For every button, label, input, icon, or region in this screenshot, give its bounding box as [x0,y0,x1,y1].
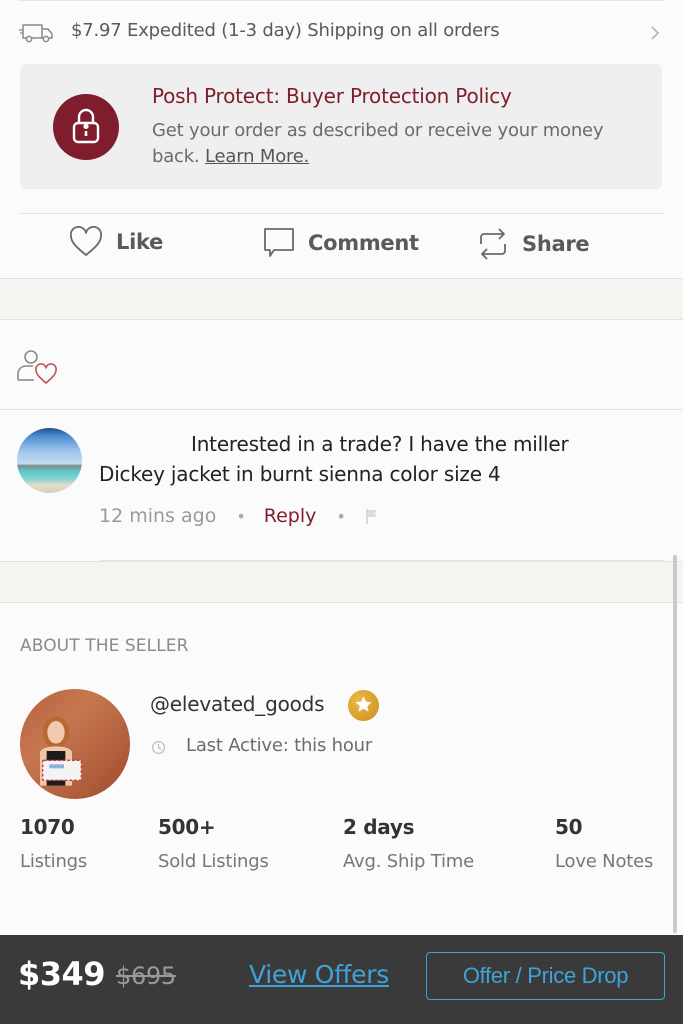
separator-dot: • [336,506,346,526]
comment-text-line1: Interested in a trade? I have the miller [191,432,569,456]
stat-sold-listings[interactable]: 500+ Sold Listings [158,815,269,872]
like-label: Like [116,230,164,254]
shipping-row[interactable]: $7.97 Expedited (1-3 day) Shipping on al… [0,12,683,52]
social-actions: Like Comment Share [0,222,683,272]
lock-badge [53,94,119,160]
clock-icon [151,740,166,755]
current-price: $349 [18,955,106,993]
about-seller-section: ABOUT THE SELLER @elevated_goods Last Ac… [0,603,683,935]
comment-text-line2: Dickey jacket in burnt sienna color size… [99,462,501,486]
buyer-protection-card: Posh Protect: Buyer Protection Policy Ge… [20,64,662,189]
comment-button[interactable]: Comment [262,226,419,260]
original-price: $695 [116,962,176,990]
flag-icon[interactable] [364,507,380,525]
stat-listings[interactable]: 1070 Listings [20,815,87,872]
stat-value: 500+ [158,815,216,839]
stat-value: 1070 [20,815,75,839]
protection-description: Get your order as described or receive y… [152,118,612,170]
stat-value: 2 days [343,815,415,839]
stat-avg-ship-time: 2 days Avg. Ship Time [343,815,474,872]
seller-photo [40,716,82,786]
stat-label: Avg. Ship Time [343,851,475,872]
section-spacer [0,561,683,603]
reply-button[interactable]: Reply [264,505,317,527]
divider [18,213,665,214]
comment-label: Comment [308,231,419,255]
stat-label: Sold Listings [158,851,269,872]
learn-more-link[interactable]: Learn More. [205,146,309,167]
comment-icon [264,228,294,257]
divider [18,0,665,1]
heart-icon [69,226,103,256]
comment-item: Interested in a trade? I have the miller… [0,411,683,561]
scrollbar[interactable] [673,555,677,933]
share-label: Share [522,232,590,256]
stat-label: Listings [20,851,88,872]
stat-label: Love Notes [555,851,654,872]
stat-value: 50 [555,815,583,839]
star-badge [348,690,379,721]
last-active: Last Active: this hour [186,735,373,756]
comment-time: 12 mins ago [99,505,217,527]
like-button[interactable]: Like [68,226,163,258]
truck-icon [19,24,53,43]
lock-icon [72,108,100,144]
seller-avatar[interactable] [20,689,130,799]
share-icon [480,228,506,260]
likers-row[interactable] [0,320,683,410]
shipping-text: $7.97 Expedited (1-3 day) Shipping on al… [71,20,500,41]
separator-dot: • [236,506,246,526]
star-badge-icon [355,696,372,712]
chevron-right-icon [651,26,660,40]
offer-price-drop-button[interactable]: Offer / Price Drop [426,952,665,1000]
commenter-avatar[interactable] [17,428,82,493]
price-bar: $349 $695 View Offers Offer / Price Drop [0,935,683,1024]
section-spacer [0,278,683,320]
seller-username[interactable]: @elevated_goods [150,692,325,716]
stat-love-notes[interactable]: 50 Love Notes [555,815,653,872]
comment-text: Interested in a trade? I have the miller… [99,429,639,489]
comment-meta: 12 mins ago • Reply • [99,505,380,527]
user-heart-icon [17,350,57,384]
view-offers-link[interactable]: View Offers [249,960,389,989]
section-heading: ABOUT THE SELLER [20,636,189,656]
protection-title: Posh Protect: Buyer Protection Policy [152,84,512,108]
share-button[interactable]: Share [476,226,590,262]
